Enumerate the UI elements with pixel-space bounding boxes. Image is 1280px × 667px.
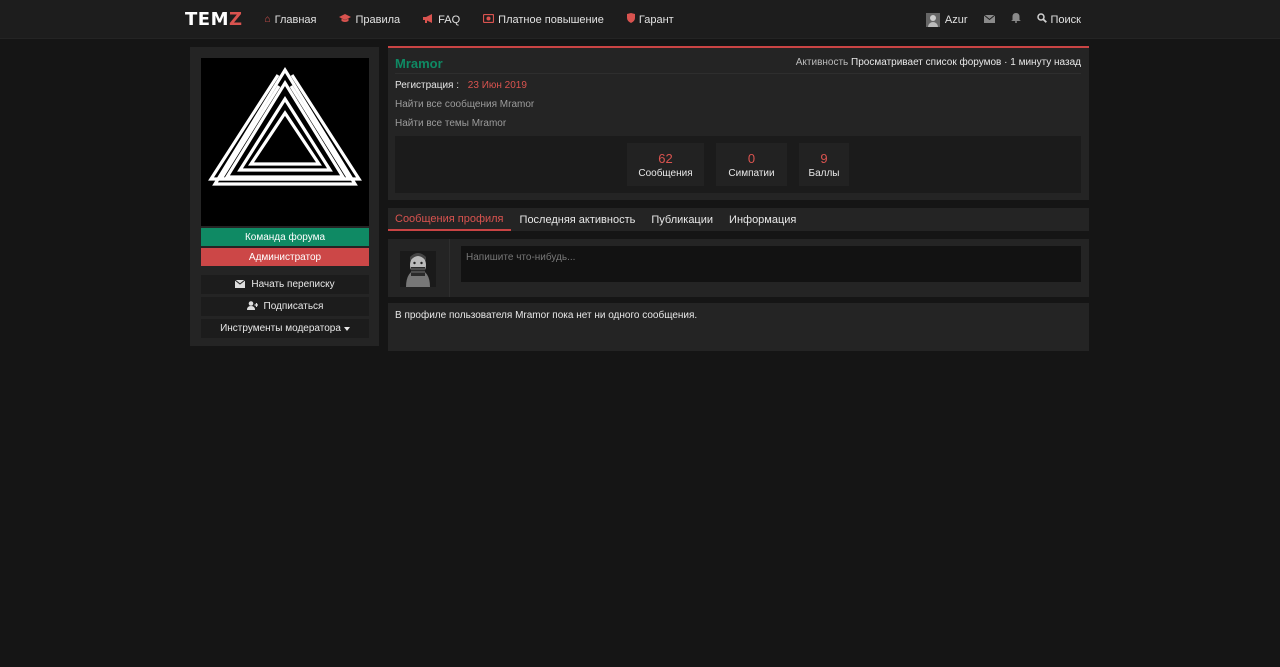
follow-button[interactable]: Подписаться — [201, 297, 369, 316]
profile-posts-list: В профиле пользователя Mramor пока нет н… — [388, 303, 1089, 351]
profile-tabs: Сообщения профиля Последняя активность П… — [388, 208, 1089, 231]
tab-profile-posts[interactable]: Сообщения профиля — [388, 208, 511, 231]
logo-accent-text: Z — [229, 9, 243, 30]
stat-points[interactable]: 9 Баллы — [799, 143, 849, 186]
profile-username[interactable]: Mramor — [395, 56, 443, 71]
find-all-posts-link[interactable]: Найти все сообщения Mramor — [395, 99, 534, 110]
nav-home[interactable]: ⌂ Главная — [265, 14, 317, 26]
user-avatar-small — [925, 12, 940, 27]
nav-faq[interactable]: FAQ — [423, 13, 461, 26]
search-label: Поиск — [1050, 13, 1081, 26]
poster-avatar-wrap — [388, 239, 450, 297]
profile-sidebar: Команда форума Администратор Начать пере… — [190, 47, 379, 346]
caret-down-icon — [343, 326, 350, 331]
stat-likes-label: Симпатии — [728, 167, 775, 179]
profile-post-input[interactable] — [461, 246, 1081, 282]
find-all-threads-link[interactable]: Найти все темы Mramor — [395, 118, 506, 129]
moderator-tools-label: Инструменты модератора — [220, 323, 341, 334]
portrait-icon — [400, 251, 436, 287]
tab-publications[interactable]: Публикации — [644, 208, 720, 231]
no-posts-message: В профиле пользователя Mramor пока нет н… — [395, 310, 698, 321]
user-plus-icon — [246, 301, 258, 312]
start-conversation-button[interactable]: Начать переписку — [201, 275, 369, 294]
home-icon: ⌂ — [264, 14, 271, 25]
admin-badge: Администратор — [201, 248, 369, 266]
user-menu[interactable]: Azur — [925, 12, 968, 27]
user-name: Azur — [944, 13, 968, 26]
registration-label: Регистрация : — [395, 80, 460, 91]
search-icon — [1036, 13, 1047, 26]
registration-date: 23 Июн 2019 — [467, 80, 527, 91]
main-nav: ⌂ Главная Правила FAQ Платное повышение — [265, 13, 697, 26]
navbar-right: Azur Поиск — [925, 12, 1081, 27]
stat-messages[interactable]: 62 Сообщения — [627, 143, 704, 186]
tab-recent-activity[interactable]: Последняя активность — [513, 208, 643, 231]
profile-post-form — [388, 239, 1089, 297]
logo-text: TEM — [185, 9, 229, 30]
bullhorn-icon — [423, 13, 434, 26]
nav-rules[interactable]: Правила — [339, 13, 401, 26]
follow-label: Подписаться — [263, 301, 324, 312]
profile-stats: 62 Сообщения 0 Симпатии 9 Баллы — [395, 136, 1081, 193]
stat-messages-value: 62 — [658, 150, 673, 166]
registration-info: Регистрация : 23 Июн 2019 — [395, 80, 527, 91]
team-badge: Команда форума — [201, 228, 369, 246]
navbar-inner: TEMZ ⌂ Главная Правила FAQ Платное повыш… — [185, 0, 1081, 39]
activity-label: Активность — [795, 57, 849, 68]
triangle-logo-icon — [208, 66, 362, 186]
stat-likes[interactable]: 0 Симпатии — [716, 143, 787, 186]
poster-avatar[interactable] — [400, 251, 436, 287]
activity-value: Просматривает список форумов · 1 минуту … — [851, 57, 1081, 68]
nav-rules-label: Правила — [355, 13, 401, 26]
profile-divider — [395, 73, 1081, 74]
moderator-tools-dropdown[interactable]: Инструменты модератора — [201, 319, 369, 338]
nav-guarantor-label: Гарант — [638, 13, 674, 26]
nav-paid-upgrade[interactable]: Платное повышение — [483, 13, 604, 26]
bell-icon[interactable] — [1010, 13, 1021, 26]
stat-points-label: Баллы — [808, 167, 840, 179]
nav-guarantor[interactable]: Гарант — [626, 13, 674, 26]
top-navbar: TEMZ ⌂ Главная Правила FAQ Платное повыш… — [0, 0, 1280, 39]
nav-paid-upgrade-label: Платное повышение — [498, 13, 604, 26]
graduation-cap-icon — [339, 13, 352, 26]
profile-avatar[interactable] — [201, 58, 369, 226]
stat-messages-label: Сообщения — [638, 167, 693, 179]
profile-header: Mramor Активность Просматривает список ф… — [388, 46, 1089, 200]
start-conversation-label: Начать переписку — [251, 279, 335, 290]
video-icon — [483, 13, 495, 26]
stat-likes-value: 0 — [747, 150, 756, 166]
tab-information[interactable]: Информация — [722, 208, 803, 231]
site-logo[interactable]: TEMZ — [185, 9, 243, 30]
shield-icon — [626, 13, 635, 26]
envelope-icon — [235, 279, 246, 290]
nav-home-label: Главная — [274, 13, 317, 26]
last-activity: Активность Просматривает список форумов … — [796, 57, 1081, 68]
stat-points-value: 9 — [820, 150, 828, 166]
search-link[interactable]: Поиск — [1036, 13, 1081, 26]
nav-faq-label: FAQ — [438, 13, 461, 26]
envelope-icon[interactable] — [983, 14, 995, 26]
